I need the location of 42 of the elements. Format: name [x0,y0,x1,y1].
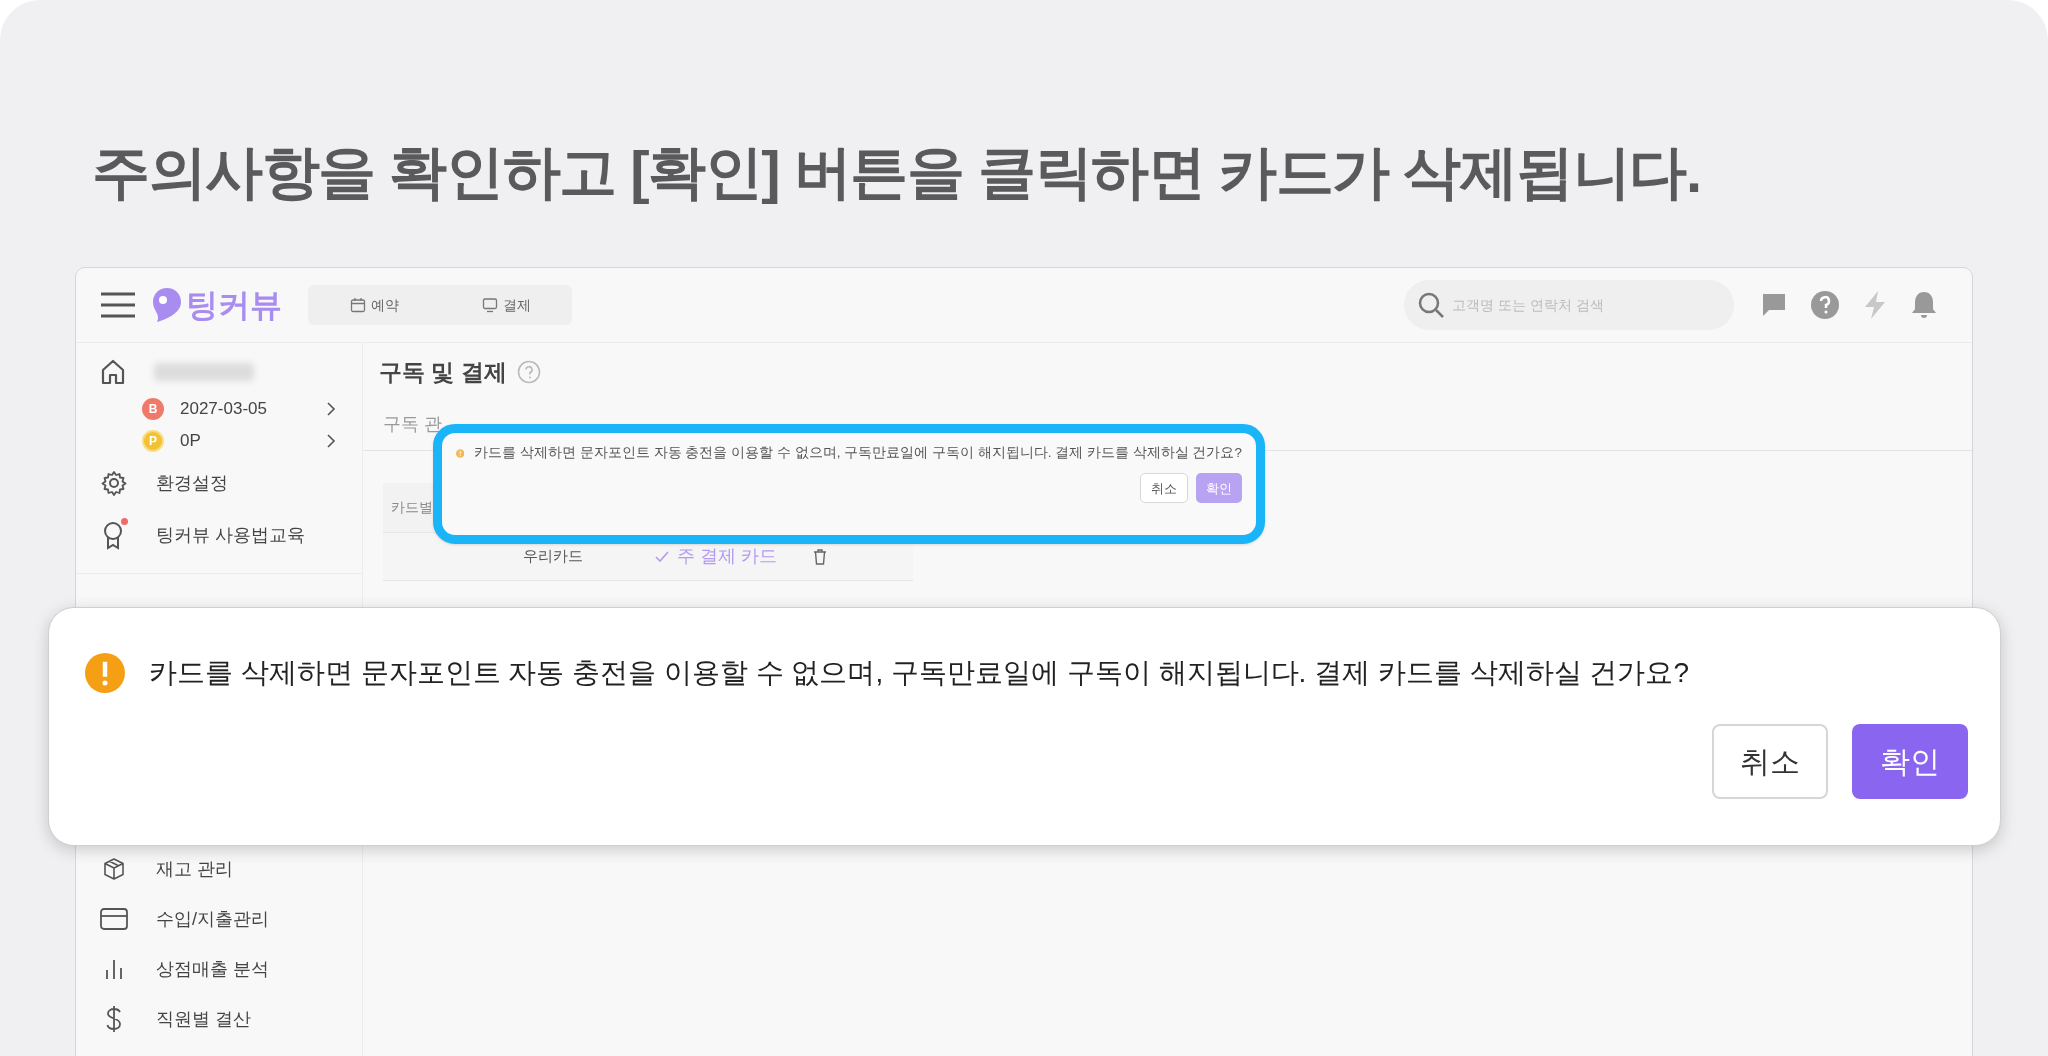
logo-icon [152,287,182,323]
chevron-icon[interactable] [326,434,336,448]
bell-icon[interactable] [1910,290,1938,320]
search-icon [1418,292,1444,318]
warning-icon [85,653,125,693]
account-info: 2027-03-05 [180,398,268,421]
heading: 주의사항을 확인하고 [확인] 버튼을 클릭하면 카드가 삭제됩니다. [92,138,1701,206]
monitor-icon [481,297,498,313]
logo-text: 팅커뷰 [186,286,282,325]
badge-icon: P [142,430,164,452]
primary-card-label: 주 결제 카드 [655,543,777,570]
badge-icon: B [142,398,164,420]
card-icon [100,908,128,930]
sidebar-item[interactable]: 상점매출 분석 [100,944,338,994]
warning-message: 카드를 삭제하면 문자포인트 자동 충전을 이용할 수 없으며, 구독만료일에 구독이 해지됩니다. 결제 카드를 삭제하실 건가요? [474,444,1242,462]
chat-icon[interactable] [1760,291,1788,319]
trash-icon[interactable] [813,548,827,565]
account-info: 0P [180,430,202,453]
nav-button[interactable]: 예약 [343,290,405,320]
cancel-button[interactable]: 취소 [1712,724,1828,799]
table-cell-text: 우리카드 [523,546,584,567]
chevron-icon[interactable] [326,402,336,416]
confirm-button[interactable]: 확인 [1852,724,1968,799]
calendar-icon [349,297,366,313]
settings-icon [101,470,127,496]
sidebar-item[interactable]: 수입/지출관리 [100,894,338,944]
menu-icon[interactable] [100,292,136,318]
bar-chart-icon [103,958,125,980]
page-title: 구독 및 결제 [379,357,507,387]
nav-button[interactable]: 결제 [475,290,537,320]
box-icon [102,857,126,881]
dollar-icon [104,1005,124,1033]
sidebar-item[interactable]: 직원별 결산 [100,994,338,1044]
sidebar-item[interactable]: 팅커뷰 사용법교육 [100,509,338,561]
sidebar-item[interactable]: 환경설정 [100,457,338,509]
help-icon[interactable] [1810,290,1840,320]
check-icon [655,550,669,563]
sidebar-item[interactable]: 재고 관리 [100,844,338,894]
warning-message: 카드를 삭제하면 문자포인트 자동 충전을 이용할 수 없으며, 구독만료일에 구독이 해지됩니다. 결제 카드를 삭제하실 건가요? [149,656,1690,690]
column-header: 카드별 [391,498,433,517]
home-icon[interactable] [100,359,126,385]
cancel-button[interactable]: 취소 [1140,473,1188,504]
